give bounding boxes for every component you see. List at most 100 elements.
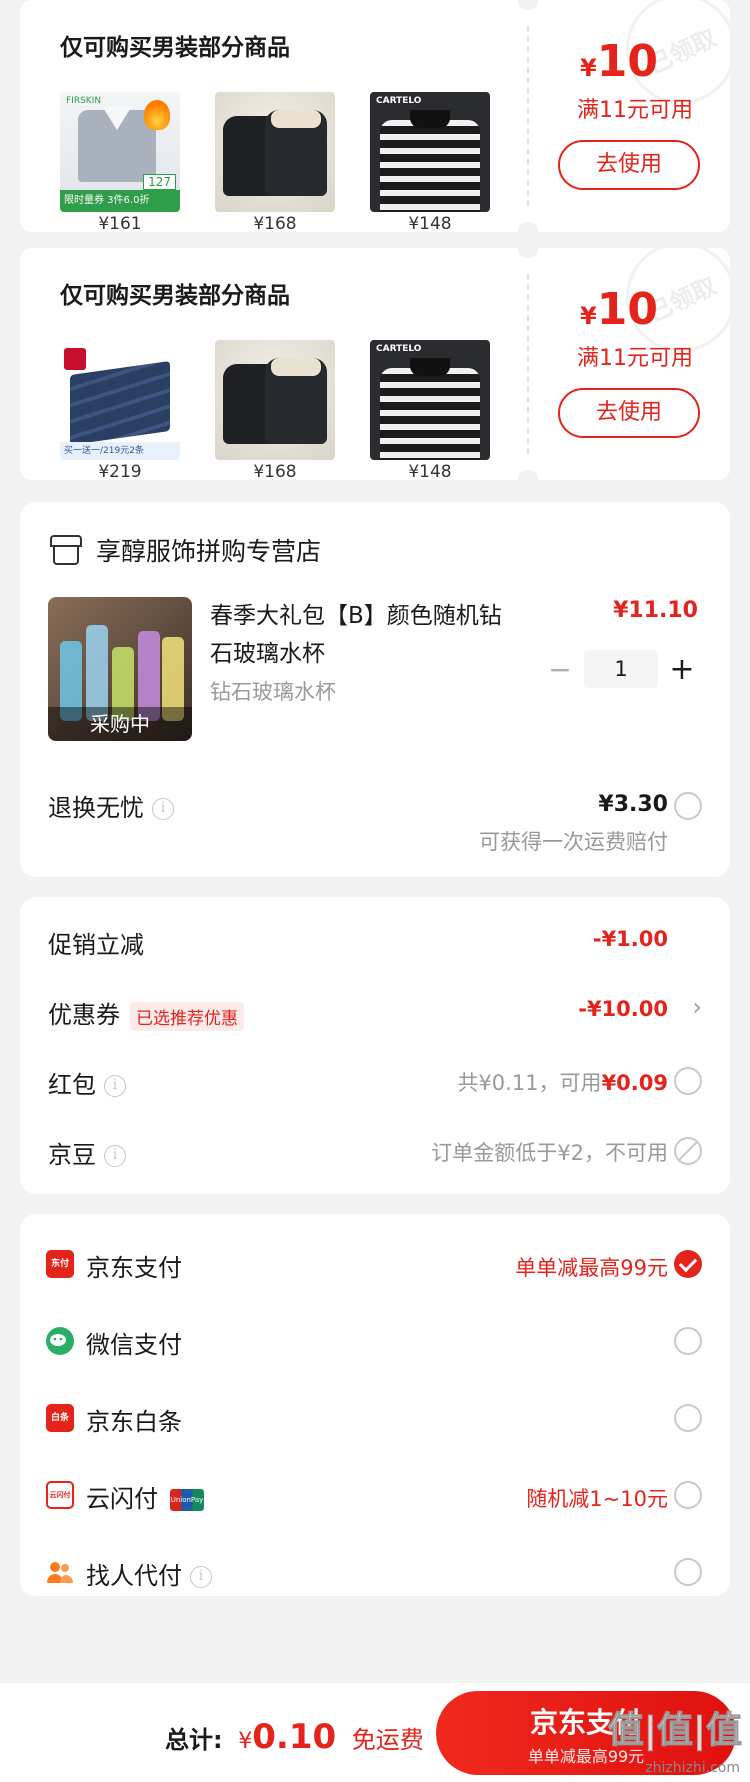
payment-radio-baitiao[interactable] — [674, 1404, 702, 1432]
product-image: CARTELO — [370, 340, 490, 460]
quantity-stepper: − 1 + — [540, 650, 702, 688]
jd-pay-icon: 东付 — [46, 1250, 74, 1278]
payment-note: 随机减1~10元 — [526, 1487, 668, 1511]
coupon-title: 仅可购买男装部分商品 — [60, 35, 290, 61]
increase-button[interactable]: + — [662, 652, 702, 687]
info-icon[interactable]: i — [190, 1566, 212, 1588]
coupon-card-2: 已领取 仅可购买男装部分商品 买一送一/219元2条 ¥219 ¥168 CAR… — [20, 248, 730, 480]
return-service-row: 退换无忧 i — [48, 788, 174, 823]
product-price: ¥219 — [98, 462, 142, 480]
jingdou-value: 订单金额低于¥2，不可用 — [431, 1141, 668, 1165]
shop-card: 享醇服饰拼购专营店 采购中 春季大礼包【B】颜色随机钻石玻璃水杯 钻石玻璃水杯 … — [20, 502, 730, 877]
jingdou-radio — [674, 1137, 702, 1165]
payment-label-row[interactable]: 云闪付 UnionPay — [86, 1479, 204, 1514]
product-price: ¥148 — [408, 462, 452, 480]
promo-band: 买一送一/219元2条 — [60, 442, 180, 460]
coupon-amount: ¥10 — [580, 284, 658, 335]
redpack-radio[interactable] — [674, 1067, 702, 1095]
quantity-input[interactable]: 1 — [584, 650, 658, 688]
wechat-pay-icon — [46, 1327, 74, 1355]
product-image — [215, 340, 335, 460]
promo-value: -¥1.00 — [592, 927, 668, 951]
store-icon — [50, 535, 82, 565]
info-icon[interactable]: i — [104, 1145, 126, 1167]
use-coupon-button[interactable]: 去使用 — [558, 140, 700, 190]
coupon-product[interactable]: CARTELO ¥148 — [370, 340, 490, 480]
total-label: 总计: — [165, 1726, 223, 1754]
brand-text: CARTELO — [376, 96, 422, 106]
total-amount: 0.10 — [252, 1717, 337, 1757]
product-image: CARTELO — [370, 92, 490, 212]
payment-label-row[interactable]: 找人代付 i — [86, 1556, 212, 1591]
use-coupon-button[interactable]: 去使用 — [558, 388, 700, 438]
unionpay-icon: UnionPay — [170, 1489, 204, 1511]
coupon-product[interactable]: CARTELO ¥148 — [370, 92, 490, 232]
product-price: ¥161 — [98, 214, 142, 232]
friends-pay-icon — [46, 1558, 74, 1586]
coupon-title: 仅可购买男装部分商品 — [60, 283, 290, 309]
payment-label[interactable]: 京东支付 — [86, 1248, 182, 1283]
quickpass-icon: 云闪付 — [46, 1481, 74, 1509]
payment-card: 东付 京东支付 单单减最高99元 微信支付 白条 京东白条 云闪付 云闪付 Uni… — [20, 1214, 730, 1596]
watermark-url: zhizhizhi.com — [645, 1760, 740, 1776]
jingdou-row: 京豆 i — [48, 1135, 126, 1170]
order-total: 总计: ¥0.10 免运费 — [165, 1717, 424, 1757]
promo-label: 促销立减 — [48, 931, 144, 959]
purchasing-status: 采购中 — [48, 707, 192, 741]
flame-icon — [144, 100, 170, 130]
coupon-condition: 满11元可用 — [577, 346, 693, 371]
shipping-label: 免运费 — [351, 1726, 424, 1754]
currency-symbol: ¥ — [238, 1729, 253, 1754]
watermark-logo: 值|值|值 — [607, 1710, 742, 1752]
coupon-product[interactable]: FIRSKIN 127 限时量券 3件6.0折 ¥161 — [60, 92, 180, 232]
item-spec[interactable]: 钻石玻璃水杯 — [210, 676, 336, 706]
coupon-row[interactable]: 优惠券 已选推荐优惠 — [48, 995, 244, 1031]
product-price: ¥148 — [408, 214, 452, 232]
item-title: 春季大礼包【B】颜色随机钻石玻璃水杯 — [210, 603, 502, 667]
payment-label[interactable]: 微信支付 — [86, 1325, 182, 1360]
coupon-condition: 满11元可用 — [577, 98, 693, 123]
payment-label: 找人代付 — [86, 1562, 182, 1590]
payment-radio-friends[interactable] — [674, 1558, 702, 1586]
product-price: ¥168 — [253, 214, 297, 232]
redpack-label: 红包 — [48, 1071, 96, 1099]
info-icon[interactable]: i — [104, 1075, 126, 1097]
coupon-product[interactable]: 买一送一/219元2条 ¥219 — [60, 340, 180, 480]
payment-radio-quickpass[interactable] — [674, 1481, 702, 1509]
item-price: ¥11.10 — [613, 598, 698, 623]
return-service-radio[interactable] — [674, 792, 702, 820]
redpack-value: 共¥0.11，可用¥0.09 — [457, 1071, 668, 1095]
payment-label: 云闪付 — [86, 1485, 158, 1513]
payment-label[interactable]: 京东白条 — [86, 1402, 182, 1437]
product-image: 买一送一/219元2条 — [60, 340, 180, 460]
price-tag: 127 — [143, 174, 176, 190]
shop-name: 享醇服饰拼购专营店 — [96, 537, 322, 566]
info-icon[interactable]: i — [152, 798, 174, 820]
coupon-label: 优惠券 — [48, 1001, 120, 1029]
payment-radio-wechat[interactable] — [674, 1327, 702, 1355]
recommend-tag: 已选推荐优惠 — [130, 1001, 244, 1031]
return-service-price: ¥3.30 — [598, 792, 668, 817]
coupon-value: -¥10.00 — [578, 997, 668, 1021]
coupon-product[interactable]: ¥168 — [215, 92, 335, 232]
discounts-card: 促销立减 -¥1.00 优惠券 已选推荐优惠 -¥10.00 › 红包 i 共¥0.… — [20, 897, 730, 1194]
decrease-button[interactable]: − — [540, 653, 580, 686]
payment-radio-jdpay[interactable] — [674, 1250, 702, 1278]
return-service-desc: 可获得一次运费赔付 — [479, 830, 668, 854]
shop-header[interactable]: 享醇服饰拼购专营店 — [50, 532, 321, 568]
payment-note: 单单减最高99元 — [515, 1256, 668, 1280]
jd-baitiao-icon: 白条 — [46, 1404, 74, 1432]
item-image[interactable]: 采购中 — [48, 597, 192, 741]
product-image — [215, 92, 335, 212]
chevron-right-icon[interactable]: › — [692, 993, 702, 1021]
coupon-product[interactable]: ¥168 — [215, 340, 335, 480]
return-service-label: 退换无忧 — [48, 794, 144, 822]
brand-text: FIRSKIN — [66, 96, 102, 106]
coupon-card-1: 已领取 仅可购买男装部分商品 FIRSKIN 127 限时量券 3件6.0折 ¥… — [20, 0, 730, 232]
jingdou-label: 京豆 — [48, 1141, 96, 1169]
redpack-row: 红包 i — [48, 1065, 126, 1100]
product-image: FIRSKIN 127 限时量券 3件6.0折 — [60, 92, 180, 212]
bottom-bar: 总计: ¥0.10 免运费 京东支付 单单减最高99元 值|值|值 zhizhi… — [0, 1682, 750, 1782]
product-price: ¥168 — [253, 462, 297, 480]
brand-text: CARTELO — [376, 344, 422, 354]
